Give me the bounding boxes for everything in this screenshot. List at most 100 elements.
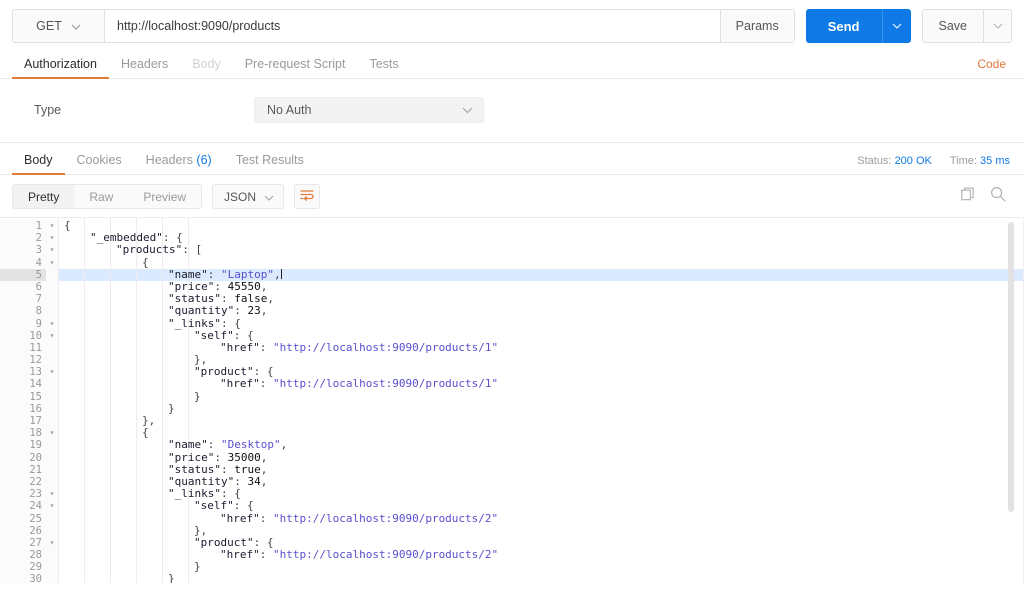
- fold-toggle-icon[interactable]: ▾: [46, 244, 58, 257]
- code-line[interactable]: 23 ▾ "_links": {: [0, 488, 1024, 501]
- code-token: ,: [260, 474, 268, 488]
- code-line[interactable]: 4 ▾ {: [0, 256, 1024, 269]
- code-token: }: [194, 560, 201, 574]
- code-line[interactable]: 14 "href": "http://localhost:9090/product…: [0, 378, 1024, 391]
- code-text: "products": [: [58, 244, 202, 256]
- response-toolbar-actions: [961, 186, 1012, 207]
- view-mode-pretty[interactable]: Pretty: [13, 185, 75, 208]
- editor-vertical-scrollbar[interactable]: [1008, 218, 1014, 583]
- line-number: 5: [0, 268, 46, 281]
- url-text: http://localhost:9090/products: [117, 19, 281, 33]
- auth-type-select[interactable]: No Auth: [254, 96, 484, 123]
- fold-toggle-icon[interactable]: ▾: [46, 220, 58, 233]
- code-line[interactable]: 6 "price": 45550,: [0, 279, 1024, 294]
- response-format-select[interactable]: JSON: [212, 184, 285, 209]
- code-line[interactable]: 19 "name": "Desktop",: [0, 439, 1024, 452]
- code-line[interactable]: 27 ▾ "product": {: [0, 536, 1024, 550]
- code-line[interactable]: 10 ▾ "self": {: [0, 329, 1024, 342]
- fold-toggle-icon[interactable]: ▾: [46, 366, 58, 379]
- code-line[interactable]: 17},: [0, 414, 1024, 428]
- response-tab-test-results[interactable]: Test Results: [224, 153, 316, 174]
- code-token: },: [194, 523, 208, 537]
- line-number: 26: [0, 524, 46, 537]
- response-tab-headers[interactable]: Headers (6): [134, 153, 224, 174]
- fold-toggle-icon[interactable]: ▾: [46, 536, 58, 550]
- send-button[interactable]: Send: [805, 9, 882, 43]
- line-number: 29: [0, 561, 46, 574]
- copy-button[interactable]: [961, 187, 976, 207]
- code-line[interactable]: 28 "href": "http://localhost:9090/product…: [0, 548, 1024, 562]
- request-bar: GET http://localhost:9090/products Param…: [0, 0, 1024, 51]
- tab-body[interactable]: Body: [180, 57, 233, 78]
- code-line[interactable]: 18 ▾ {: [0, 427, 1024, 440]
- code-line[interactable]: 22 "quantity": 34,: [0, 474, 1024, 489]
- code-token: ,: [260, 462, 268, 476]
- http-method-select[interactable]: GET: [13, 10, 105, 42]
- code-line[interactable]: 8 "quantity": 23,: [0, 304, 1024, 318]
- word-wrap-toggle[interactable]: [294, 184, 321, 209]
- auth-type-label: Type: [34, 102, 62, 117]
- line-number: 15: [0, 390, 46, 403]
- fold-toggle-icon[interactable]: ▾: [46, 427, 58, 440]
- code-line[interactable]: 25 "href": "http://localhost:9090/product…: [0, 512, 1024, 525]
- code-line[interactable]: 30}: [0, 573, 1024, 583]
- line-number: 14: [0, 378, 46, 391]
- code-token: ,: [260, 304, 268, 318]
- tab-authorization[interactable]: Authorization: [12, 57, 109, 79]
- code-line[interactable]: 12},: [0, 353, 1024, 367]
- code-token: :: [220, 292, 235, 306]
- code-line[interactable]: 11 "href": "http://localhost:9090/product…: [0, 340, 1024, 355]
- code-token: "http://localhost:9090/products/1": [273, 340, 499, 354]
- code-line[interactable]: 15}: [0, 390, 1024, 403]
- code-line[interactable]: 21 "status": true,: [0, 462, 1024, 476]
- code-line[interactable]: 26},: [0, 523, 1024, 537]
- status-label: Status:: [857, 155, 892, 167]
- copy-icon: [961, 187, 976, 207]
- line-number: 6: [0, 280, 46, 294]
- save-button[interactable]: Save: [922, 10, 983, 42]
- code-token: ,: [260, 279, 268, 293]
- code-token: : {: [162, 231, 183, 245]
- code-token: :: [259, 548, 273, 562]
- code-link[interactable]: Code: [977, 57, 1006, 78]
- code-line[interactable]: 20 "price": 35000,: [0, 450, 1024, 464]
- search-button[interactable]: [990, 186, 1006, 207]
- line-number: 7: [0, 293, 46, 306]
- code-line[interactable]: 29}: [0, 560, 1024, 574]
- code-line[interactable]: 9 ▾ "_links": {: [0, 317, 1024, 330]
- tab-pre-request-script[interactable]: Pre-request Script: [233, 57, 358, 78]
- fold-toggle-icon[interactable]: ▾: [46, 256, 58, 269]
- fold-toggle-icon[interactable]: ▾: [46, 329, 58, 342]
- fold-toggle-icon[interactable]: ▾: [46, 488, 58, 501]
- code-text: "href": "http://localhost:9090/products/…: [58, 340, 499, 354]
- code-token: "_embedded": [90, 231, 163, 245]
- scrollbar-thumb[interactable]: [1008, 222, 1014, 512]
- response-body-editor[interactable]: 1 ▾{2 ▾ "_embedded": {3 ▾ "products": [4 ▾{5 "n…: [0, 217, 1024, 583]
- params-button[interactable]: Params: [719, 10, 794, 42]
- code-line[interactable]: 24 ▾ "self": {: [0, 500, 1024, 513]
- fold-spacer: [46, 512, 58, 525]
- code-line[interactable]: 13 ▾ "product": {: [0, 366, 1024, 379]
- request-tabs: Authorization Headers Body Pre-request S…: [0, 51, 1024, 79]
- tab-headers[interactable]: Headers: [109, 57, 180, 78]
- code-line[interactable]: 7 "status": false,: [0, 292, 1024, 306]
- response-tab-cookies[interactable]: Cookies: [65, 153, 134, 174]
- code-text: {: [58, 219, 71, 232]
- code-line[interactable]: 5 "name": "Laptop",: [0, 268, 1024, 281]
- url-input[interactable]: http://localhost:9090/products: [105, 10, 720, 42]
- response-tab-body[interactable]: Body: [12, 153, 65, 175]
- fold-toggle-icon[interactable]: ▾: [46, 500, 58, 513]
- save-options-button[interactable]: [983, 10, 1011, 42]
- code-token: ,: [267, 292, 274, 306]
- fold-toggle-icon[interactable]: ▾: [46, 317, 58, 330]
- code-token: ,: [260, 450, 268, 464]
- view-mode-preview[interactable]: Preview: [128, 185, 201, 208]
- fold-toggle-icon[interactable]: ▾: [46, 232, 58, 245]
- tab-tests[interactable]: Tests: [357, 57, 410, 78]
- code-line[interactable]: 3 ▾ "products": [: [0, 244, 1024, 257]
- line-number: 23: [0, 488, 46, 501]
- code-token: :: [234, 304, 248, 318]
- send-options-button[interactable]: [881, 9, 911, 43]
- line-number: 18: [0, 427, 46, 440]
- view-mode-raw[interactable]: Raw: [74, 185, 128, 208]
